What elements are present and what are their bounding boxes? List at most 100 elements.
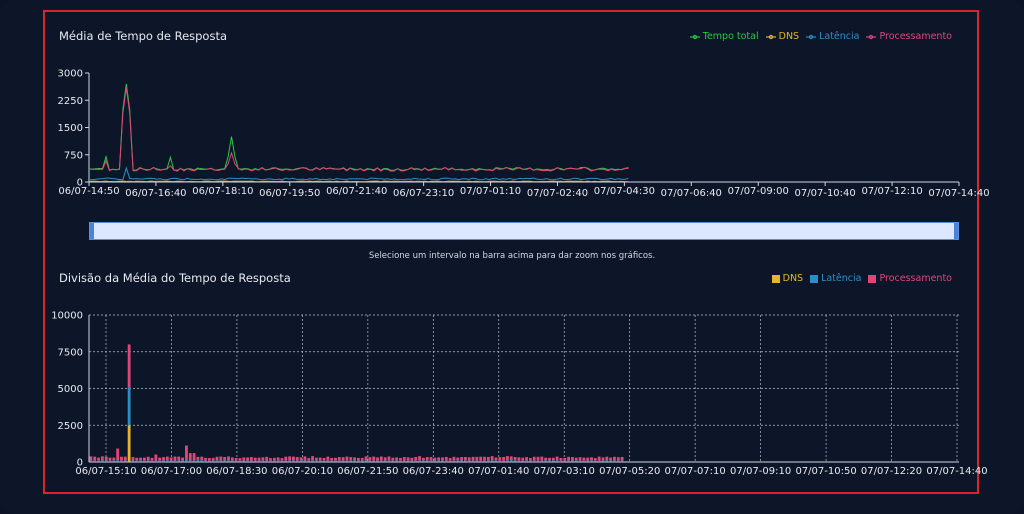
bar-segment-processamento xyxy=(89,456,93,461)
bar-segment-processamento xyxy=(349,457,353,461)
bar-segment-processamento xyxy=(108,457,112,461)
bar-segment-latencia xyxy=(311,460,314,462)
bar-segment-processamento xyxy=(322,457,326,461)
bar-segment-latencia xyxy=(97,460,100,462)
bar-segment-latencia xyxy=(563,460,567,462)
bar-segment-latencia xyxy=(349,460,353,462)
bar-segment-latencia xyxy=(448,460,452,462)
bar-segment-latencia xyxy=(104,460,108,462)
bar-segment-processamento xyxy=(116,448,120,461)
bar-segment-latencia xyxy=(574,460,578,462)
bar-segment-latencia xyxy=(376,460,379,462)
bar-segment-processamento xyxy=(597,456,601,461)
bar-segment-latencia xyxy=(406,460,410,462)
bar-segment-processamento xyxy=(460,457,463,461)
bar-segment-latencia xyxy=(620,460,624,462)
bar-segment-processamento xyxy=(292,456,295,461)
bar-chart[interactable]: 10000750050002500006/07-15:10 06/07-17:00… xyxy=(0,0,1024,514)
bar-segment-processamento xyxy=(207,458,211,461)
bar-segment-latencia xyxy=(238,460,242,462)
bar-segment-latencia xyxy=(230,460,234,462)
bar-segment-processamento xyxy=(311,456,314,461)
bar-segment-latencia xyxy=(452,460,456,462)
bar-segment-processamento xyxy=(146,456,150,461)
bar-segment-processamento xyxy=(574,457,578,461)
bar-segment-latencia xyxy=(173,460,177,462)
bar-segment-processamento xyxy=(269,458,272,461)
bar-segment-latencia xyxy=(295,460,299,462)
bar-segment-processamento xyxy=(502,456,506,461)
bar-segment-latencia xyxy=(185,459,188,462)
bar-segment-latencia xyxy=(429,460,433,462)
bar-segment-processamento xyxy=(165,456,169,461)
bar-segment-latencia xyxy=(123,460,127,462)
bar-segment-processamento xyxy=(620,456,624,461)
x-tick-label: 07/07-03:10 xyxy=(534,466,595,477)
bar-segment-processamento xyxy=(223,457,227,461)
bar-segment-latencia xyxy=(280,460,284,462)
bar-segment-latencia xyxy=(337,460,341,462)
bar-segment-latencia xyxy=(444,460,448,462)
bar-segment-latencia xyxy=(544,460,548,462)
bar-segment-processamento xyxy=(230,457,234,461)
bar-segment-processamento xyxy=(353,457,356,461)
bar-segment-latencia xyxy=(483,460,486,462)
bar-segment-processamento xyxy=(314,457,318,461)
bar-segment-latencia xyxy=(188,460,192,462)
bar-segment-latencia xyxy=(402,460,406,462)
bar-segment-processamento xyxy=(173,456,177,461)
bar-segment-processamento xyxy=(242,457,246,461)
bar-segment-latencia xyxy=(613,460,616,462)
y-tick-label: 2500 xyxy=(58,421,83,432)
bar-segment-latencia xyxy=(89,460,93,462)
bar-segment-processamento xyxy=(303,456,307,461)
bar-segment-latencia xyxy=(437,460,441,462)
bar-segment-processamento xyxy=(448,458,452,461)
bar-segment-latencia xyxy=(234,460,238,462)
bar-segment-latencia xyxy=(215,460,219,462)
bar-segment-processamento xyxy=(341,457,345,461)
bar-segment-processamento xyxy=(234,458,238,461)
bar-segment-latencia xyxy=(181,460,185,462)
bar-segment-processamento xyxy=(318,457,322,461)
bar-segment-latencia xyxy=(410,460,414,462)
bar-segment-processamento xyxy=(475,456,479,461)
bar-segment-latencia xyxy=(211,460,215,462)
bar-segment-processamento xyxy=(479,456,483,461)
bar-segment-processamento xyxy=(246,457,249,461)
x-tick-label: 07/07-10:50 xyxy=(795,466,856,477)
bar-segment-latencia xyxy=(578,460,582,462)
bar-segment-latencia xyxy=(269,460,272,462)
bar-segment-latencia xyxy=(467,460,471,462)
bar-segment-processamento xyxy=(586,457,590,461)
bar-segment-processamento xyxy=(345,456,349,461)
bar-segment-latencia xyxy=(517,460,521,462)
bar-segment-latencia xyxy=(257,460,261,462)
bar-segment-latencia xyxy=(314,460,318,462)
bar-segment-processamento xyxy=(139,457,142,461)
bar-segment-latencia xyxy=(471,460,475,462)
bar-segment-latencia xyxy=(490,460,494,462)
bar-segment-latencia xyxy=(165,460,169,462)
bar-segment-latencia xyxy=(464,460,467,462)
bar-segment-latencia xyxy=(395,460,399,462)
bar-segment-processamento xyxy=(540,456,544,461)
bar-segment-processamento xyxy=(429,457,433,461)
bar-segment-processamento xyxy=(238,458,242,461)
bar-segment-processamento xyxy=(544,457,548,461)
bar-segment-processamento xyxy=(425,457,429,461)
bar-segment-processamento xyxy=(456,457,460,461)
bar-segment-processamento xyxy=(334,457,337,461)
bar-segment-latencia xyxy=(555,460,559,462)
bar-segment-processamento xyxy=(582,457,586,461)
bar-segment-processamento xyxy=(590,457,593,461)
bar-segment-processamento xyxy=(169,457,173,461)
bar-segment-latencia xyxy=(609,460,613,462)
bar-segment-latencia xyxy=(192,460,196,462)
bar-segment-processamento xyxy=(559,457,563,461)
bar-segment-processamento xyxy=(601,457,605,461)
bar-segment-latencia xyxy=(116,460,120,462)
bar-segment-processamento xyxy=(276,457,280,461)
bar-segment-latencia xyxy=(330,460,334,462)
bar-segment-processamento xyxy=(490,456,494,461)
